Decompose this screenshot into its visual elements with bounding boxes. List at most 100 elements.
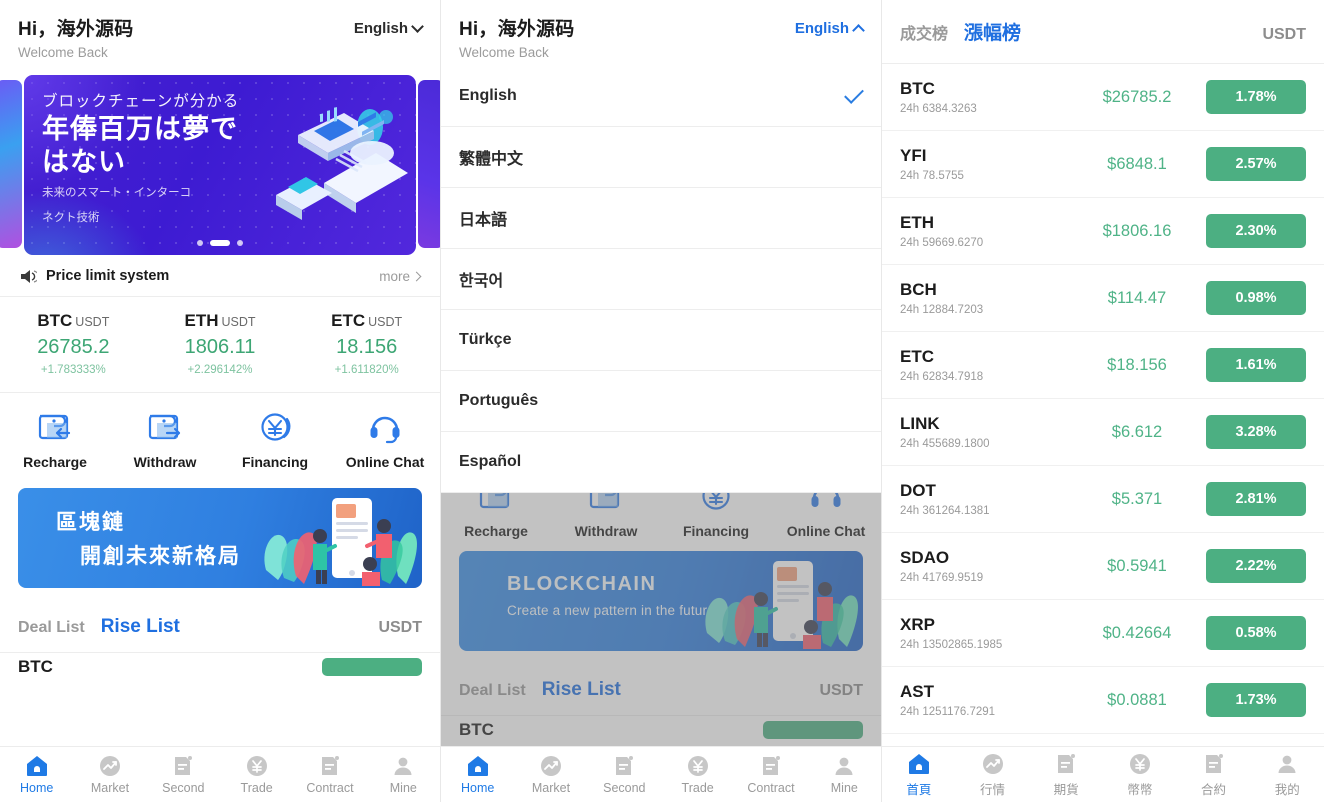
- table-row[interactable]: AST 24h 1251176.7291 $0.0881 1.73%: [882, 667, 1324, 734]
- action-recharge[interactable]: Recharge: [0, 411, 110, 470]
- language-option-traditional-chinese[interactable]: 繁體中文: [441, 127, 881, 188]
- tab-rise-list[interactable]: Rise List: [542, 679, 621, 701]
- bottom-tabbar-en[interactable]: Home Market Second Trade Contract Mine: [0, 746, 440, 802]
- carousel-dot-3[interactable]: [237, 239, 243, 246]
- row-symbol: LINK: [900, 414, 940, 433]
- language-switcher[interactable]: English: [354, 19, 424, 37]
- table-row[interactable]: BCH 24h 12884.7203 $114.47 0.98%: [882, 265, 1324, 332]
- row-symbol: BTC: [900, 79, 935, 98]
- greeting-header: Hi，海外源码 Welcome Back English: [441, 0, 881, 70]
- tab-trade[interactable]: Trade: [220, 754, 293, 795]
- tab-second[interactable]: Second: [588, 754, 661, 795]
- tab-market[interactable]: Market: [514, 754, 587, 795]
- tab-rise-list[interactable]: Rise List: [101, 616, 180, 638]
- tab-deal-list[interactable]: 成交榜: [900, 20, 948, 44]
- ticker-strip: BTC USDT 26785.2 +1.783333% ETH USDT 1806.…: [0, 297, 440, 393]
- tab-rise-list[interactable]: 漲幅榜: [964, 18, 1021, 45]
- list-unit-label: USDT: [819, 682, 863, 699]
- table-row[interactable]: BTC: [441, 716, 881, 744]
- ticker-item[interactable]: ETC USDT 18.156 +1.611820%: [293, 311, 440, 376]
- row-change-badge: 2.22%: [1206, 549, 1306, 583]
- carousel-peek-right[interactable]: [418, 80, 440, 248]
- notice-bar[interactable]: Price limit system more: [0, 257, 440, 297]
- language-option-turkish[interactable]: Türkçe: [441, 310, 881, 371]
- mine-icon: [394, 757, 412, 775]
- table-row[interactable]: XRP 24h 13502865.1985 $0.42664 0.58%: [882, 600, 1324, 667]
- tab-second[interactable]: 期貨: [1029, 752, 1103, 798]
- three-panel-screenshot: Hi，海外源码 Welcome Back English ブロックチェーンが分か…: [0, 0, 1324, 802]
- quick-actions: Recharge Withdraw Financing Online Chat: [0, 393, 440, 482]
- blockchain-banner-cn[interactable]: 區塊鏈 開創未來新格局: [18, 488, 422, 588]
- bottom-tabbar-en[interactable]: Home Market Second Trade Contract Mine: [441, 746, 881, 802]
- table-row[interactable]: LINK 24h 455689.1800 $6.612 3.28%: [882, 399, 1324, 466]
- language-switcher[interactable]: English: [795, 20, 865, 37]
- tab-deal-list[interactable]: Deal List: [459, 682, 526, 700]
- tab-mine[interactable]: Mine: [808, 754, 881, 795]
- language-option-spanish[interactable]: Español: [441, 432, 881, 493]
- notice-more-link[interactable]: more: [379, 268, 422, 284]
- tab-home[interactable]: Home: [441, 754, 514, 795]
- tab-contract[interactable]: Contract: [293, 754, 366, 795]
- language-option-label: Türkçe: [459, 331, 512, 348]
- banner-line-2: Create a new pattern in the future: [507, 603, 715, 618]
- table-row[interactable]: ETC 24h 62834.7918 $18.156 1.61%: [882, 332, 1324, 399]
- carousel-slide-active[interactable]: ブロックチェーンが分かる 年俸百万は夢で はない 未来のスマート・インターコ ネ…: [24, 74, 416, 255]
- ticker-symbol: ETH: [184, 311, 219, 330]
- action-label: Withdraw: [133, 454, 197, 470]
- language-dropdown-list[interactable]: English 繁體中文 日本語 한국어 Türkçe Português Es…: [441, 66, 881, 493]
- action-online-chat[interactable]: Online Chat: [330, 411, 440, 470]
- tab-contract[interactable]: 合約: [1177, 752, 1251, 798]
- tab-home[interactable]: Home: [0, 754, 73, 795]
- tab-home[interactable]: 首頁: [882, 752, 956, 798]
- action-label: Online Chat: [786, 523, 866, 539]
- language-option-portuguese[interactable]: Português: [441, 371, 881, 432]
- bottom-tabbar-cn[interactable]: 首頁 行情 期貨 幣幣 合約 我的: [882, 746, 1324, 802]
- carousel-dot-2[interactable]: [210, 239, 230, 246]
- row-change-badge: 2.81%: [1206, 482, 1306, 516]
- tab-market[interactable]: Market: [73, 754, 146, 795]
- table-row[interactable]: DOT 24h 361264.1381 $5.371 2.81%: [882, 466, 1324, 533]
- row-symbol: AST: [900, 682, 934, 701]
- tab-trade[interactable]: Trade: [661, 754, 734, 795]
- row-price: $26785.2: [1102, 87, 1172, 106]
- table-row[interactable]: ETH 24h 59669.6270 $1806.16 2.30%: [882, 198, 1324, 265]
- tab-mine[interactable]: 我的: [1250, 752, 1324, 798]
- tab-deal-list[interactable]: Deal List: [18, 619, 85, 637]
- table-row[interactable]: SDAO 24h 41769.9519 $0.5941 2.22%: [882, 533, 1324, 600]
- tab-second[interactable]: Second: [147, 754, 220, 795]
- tab-contract[interactable]: Contract: [734, 754, 807, 795]
- tab-label: Second: [162, 781, 205, 795]
- row-symbol: SDAO: [900, 548, 950, 567]
- slide-headline-2: はない: [42, 146, 126, 177]
- ticker-item[interactable]: ETH USDT 1806.11 +2.296142%: [147, 311, 294, 376]
- promo-carousel[interactable]: ブロックチェーンが分かる 年俸百万は夢で はない 未来のスマート・インターコ ネ…: [0, 72, 440, 257]
- tab-label: 我的: [1274, 782, 1300, 797]
- language-option-japanese[interactable]: 日本語: [441, 188, 881, 249]
- table-row[interactable]: BTC: [0, 653, 440, 681]
- language-option-korean[interactable]: 한국어: [441, 249, 881, 310]
- mine-icon: [1278, 755, 1296, 773]
- action-label: Recharge: [464, 523, 528, 539]
- market-icon: [982, 753, 1003, 774]
- ticker-item[interactable]: BTC USDT 26785.2 +1.783333%: [0, 311, 147, 376]
- carousel-dots[interactable]: [24, 239, 416, 246]
- tab-market[interactable]: 行情: [956, 752, 1030, 798]
- row-volume: 24h 59669.6270: [900, 237, 984, 249]
- slide-sub-2: ネクト技術: [42, 211, 100, 224]
- action-withdraw[interactable]: Withdraw: [110, 411, 220, 470]
- language-option-label: 繁體中文: [459, 151, 524, 168]
- language-option-label: English: [459, 87, 517, 104]
- tab-trade[interactable]: 幣幣: [1103, 752, 1177, 798]
- action-financing[interactable]: Financing: [220, 411, 330, 470]
- carousel-dot-1[interactable]: [197, 239, 203, 246]
- carousel-peek-left[interactable]: [0, 80, 22, 248]
- notice-more-label: more: [379, 268, 410, 284]
- table-row[interactable]: YFI 24h 78.5755 $6848.1 2.57%: [882, 131, 1324, 198]
- tab-mine[interactable]: Mine: [367, 754, 440, 795]
- banner-line-1: BLOCKCHAIN: [507, 573, 657, 595]
- list-unit-label: USDT: [378, 619, 422, 636]
- people-phone-illustration-icon: [264, 498, 417, 586]
- language-option-english[interactable]: English: [441, 66, 881, 127]
- table-row[interactable]: BTC 24h 6384.3263 $26785.2 1.78%: [882, 64, 1324, 131]
- blockchain-banner-en[interactable]: BLOCKCHAIN Create a new pattern in the f…: [459, 551, 863, 651]
